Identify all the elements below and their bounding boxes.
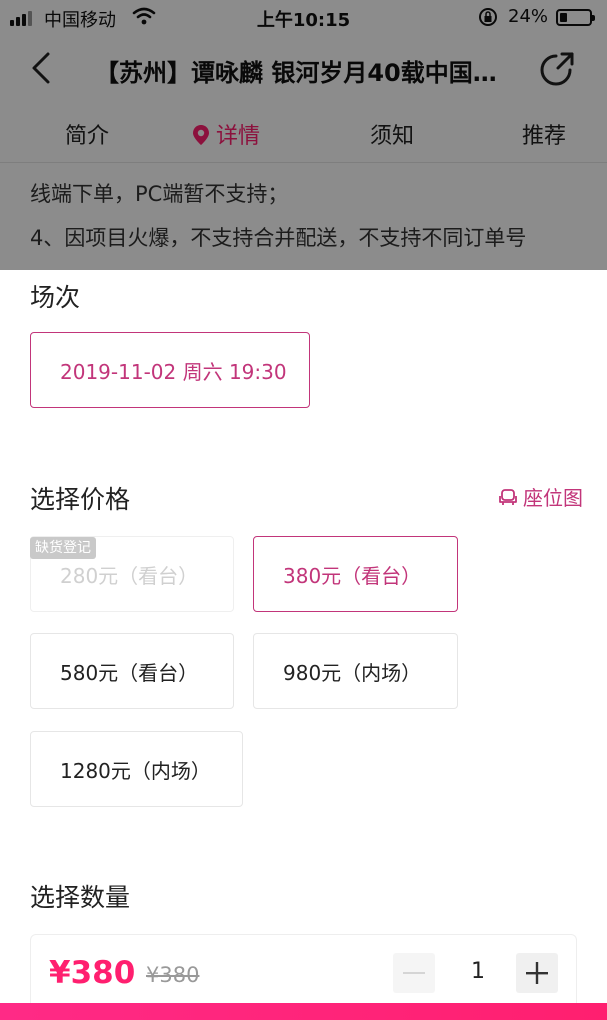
session-option[interactable]: 2019-11-02 周六 19:30 <box>30 332 310 408</box>
price-title: 选择价格 <box>30 485 131 514</box>
increase-quantity-button[interactable] <box>516 953 558 993</box>
decrease-quantity-button[interactable] <box>393 953 435 993</box>
modal-overlay[interactable] <box>0 0 607 270</box>
plus-icon <box>526 962 548 984</box>
quantity-value: 1 <box>471 959 485 984</box>
price-option-1280[interactable]: 1280元（内场） <box>30 731 243 807</box>
stockout-register-badge[interactable]: 缺货登记 <box>30 537 96 559</box>
price-option-380[interactable]: 380元（看台） <box>253 536 458 612</box>
quantity-title: 选择数量 <box>30 883 131 912</box>
seat-icon <box>499 488 517 505</box>
current-price: ¥380 <box>49 955 136 991</box>
original-price: ¥380 <box>146 963 200 987</box>
minus-icon <box>403 972 425 974</box>
confirm-bar[interactable] <box>0 1003 607 1020</box>
price-option-580[interactable]: 580元（看台） <box>30 633 234 709</box>
session-title: 场次 <box>30 283 81 312</box>
price-option-980[interactable]: 980元（内场） <box>253 633 458 709</box>
seat-map-link[interactable]: 座位图 <box>498 482 583 511</box>
seat-map-label: 座位图 <box>523 486 583 510</box>
